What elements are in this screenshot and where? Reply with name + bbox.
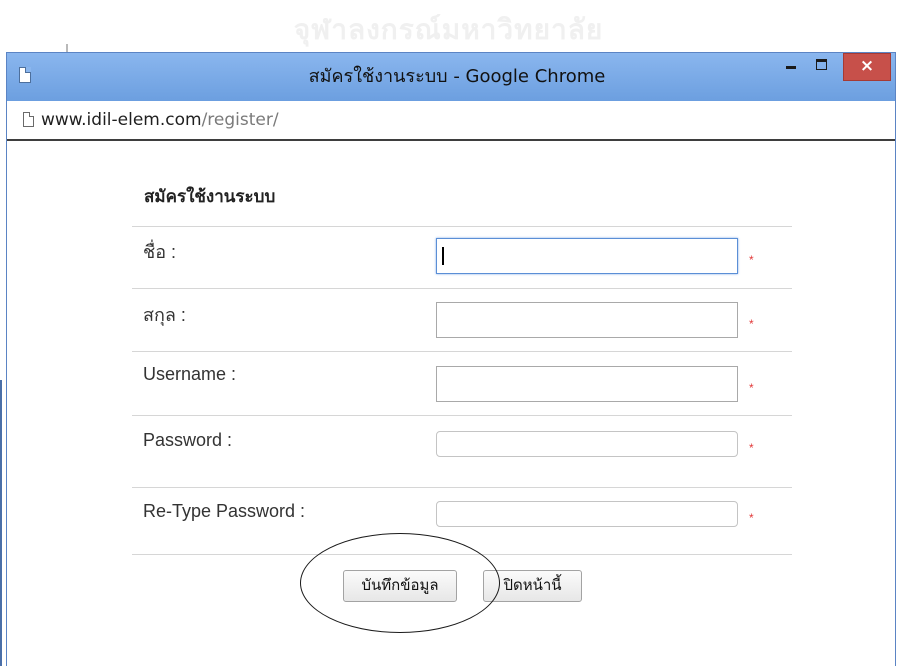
close-icon[interactable]: × [843, 53, 891, 81]
required-marker: * [749, 253, 754, 267]
divider [132, 415, 792, 416]
address-bar[interactable]: www.idil-elem.com/register/ [7, 101, 895, 141]
required-marker: * [749, 381, 754, 395]
title-bar[interactable]: สมัครใช้งานระบบ - Google Chrome × [7, 53, 895, 101]
first-name-field[interactable] [436, 238, 738, 274]
first-name-label: ชื่อ : [143, 242, 177, 262]
close-page-button[interactable]: ปิดหน้านี้ [483, 570, 582, 602]
minimize-icon[interactable] [777, 53, 805, 83]
save-button[interactable]: บันทึกข้อมูล [343, 570, 457, 602]
divider [132, 554, 792, 555]
divider [132, 288, 792, 289]
url-host: www.idil-elem.com [41, 110, 202, 130]
window-title: สมัครใช้งานระบบ - Google Chrome [308, 66, 606, 87]
background-watermark: จุฬาลงกรณ์มหาวิทยาลัย [293, 13, 604, 46]
page-icon [23, 112, 34, 127]
last-name-label: สกุล : [143, 305, 186, 325]
url-path: /register/ [201, 110, 279, 130]
divider [132, 487, 792, 488]
screenshot-page: จุฬาลงกรณ์มหาวิทยาลัย สมัครใช้งานระบบ - … [0, 0, 897, 666]
page-icon [19, 67, 31, 83]
divider [132, 351, 792, 352]
chrome-popup-window: สมัครใช้งานระบบ - Google Chrome × www.id… [6, 52, 896, 666]
username-field[interactable] [436, 366, 738, 402]
divider [132, 226, 792, 227]
password-field[interactable] [436, 431, 738, 457]
required-marker: * [749, 317, 754, 331]
url-text[interactable]: www.idil-elem.com/register/ [41, 101, 279, 139]
maximize-icon[interactable] [809, 53, 837, 83]
username-label: Username : [143, 364, 237, 384]
last-name-field[interactable] [436, 302, 738, 338]
text-caret [442, 247, 444, 265]
retype-password-label: Re-Type Password : [143, 501, 306, 521]
background-window-edge [0, 380, 2, 666]
required-marker: * [749, 511, 754, 525]
password-label: Password : [143, 430, 233, 450]
required-marker: * [749, 441, 754, 455]
background-mark [66, 44, 68, 52]
retype-password-field[interactable] [436, 501, 738, 527]
form-title: สมัครใช้งานระบบ [144, 187, 276, 207]
